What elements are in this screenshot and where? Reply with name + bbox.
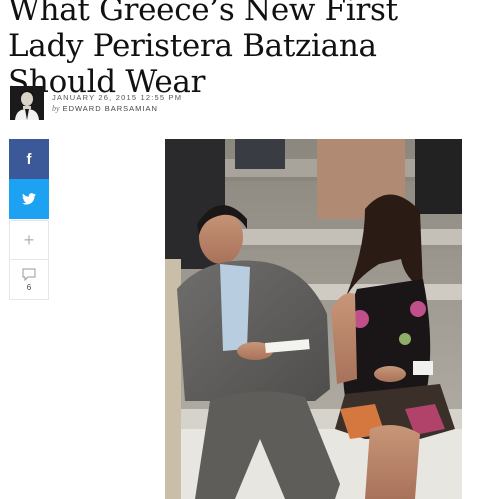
article-title: What Greece’s New First Lady Peristera B… <box>8 0 398 100</box>
comment-icon <box>22 268 36 281</box>
author-avatar[interactable] <box>10 86 44 120</box>
author-name[interactable]: EDWARD BARSAMIAN <box>63 104 158 113</box>
article-meta: JANUARY 26, 2015 12:55 PM by EDWARD BARSA… <box>52 93 182 114</box>
article-image <box>165 139 462 499</box>
twitter-icon <box>22 193 36 205</box>
facebook-icon: f <box>26 150 32 168</box>
twitter-share-button[interactable] <box>9 179 49 219</box>
comments-button[interactable]: 6 <box>9 260 49 300</box>
facebook-share-button[interactable]: f <box>9 139 49 179</box>
comment-count: 6 <box>26 282 32 292</box>
article-photo <box>165 139 462 499</box>
byline: by EDWARD BARSAMIAN <box>52 103 182 114</box>
publish-date: JANUARY 26, 2015 12:55 PM <box>52 93 183 102</box>
plus-icon: + <box>23 229 35 250</box>
byline-prefix: by <box>52 104 60 113</box>
author-portrait <box>10 86 44 120</box>
more-share-button[interactable]: + <box>9 220 49 260</box>
